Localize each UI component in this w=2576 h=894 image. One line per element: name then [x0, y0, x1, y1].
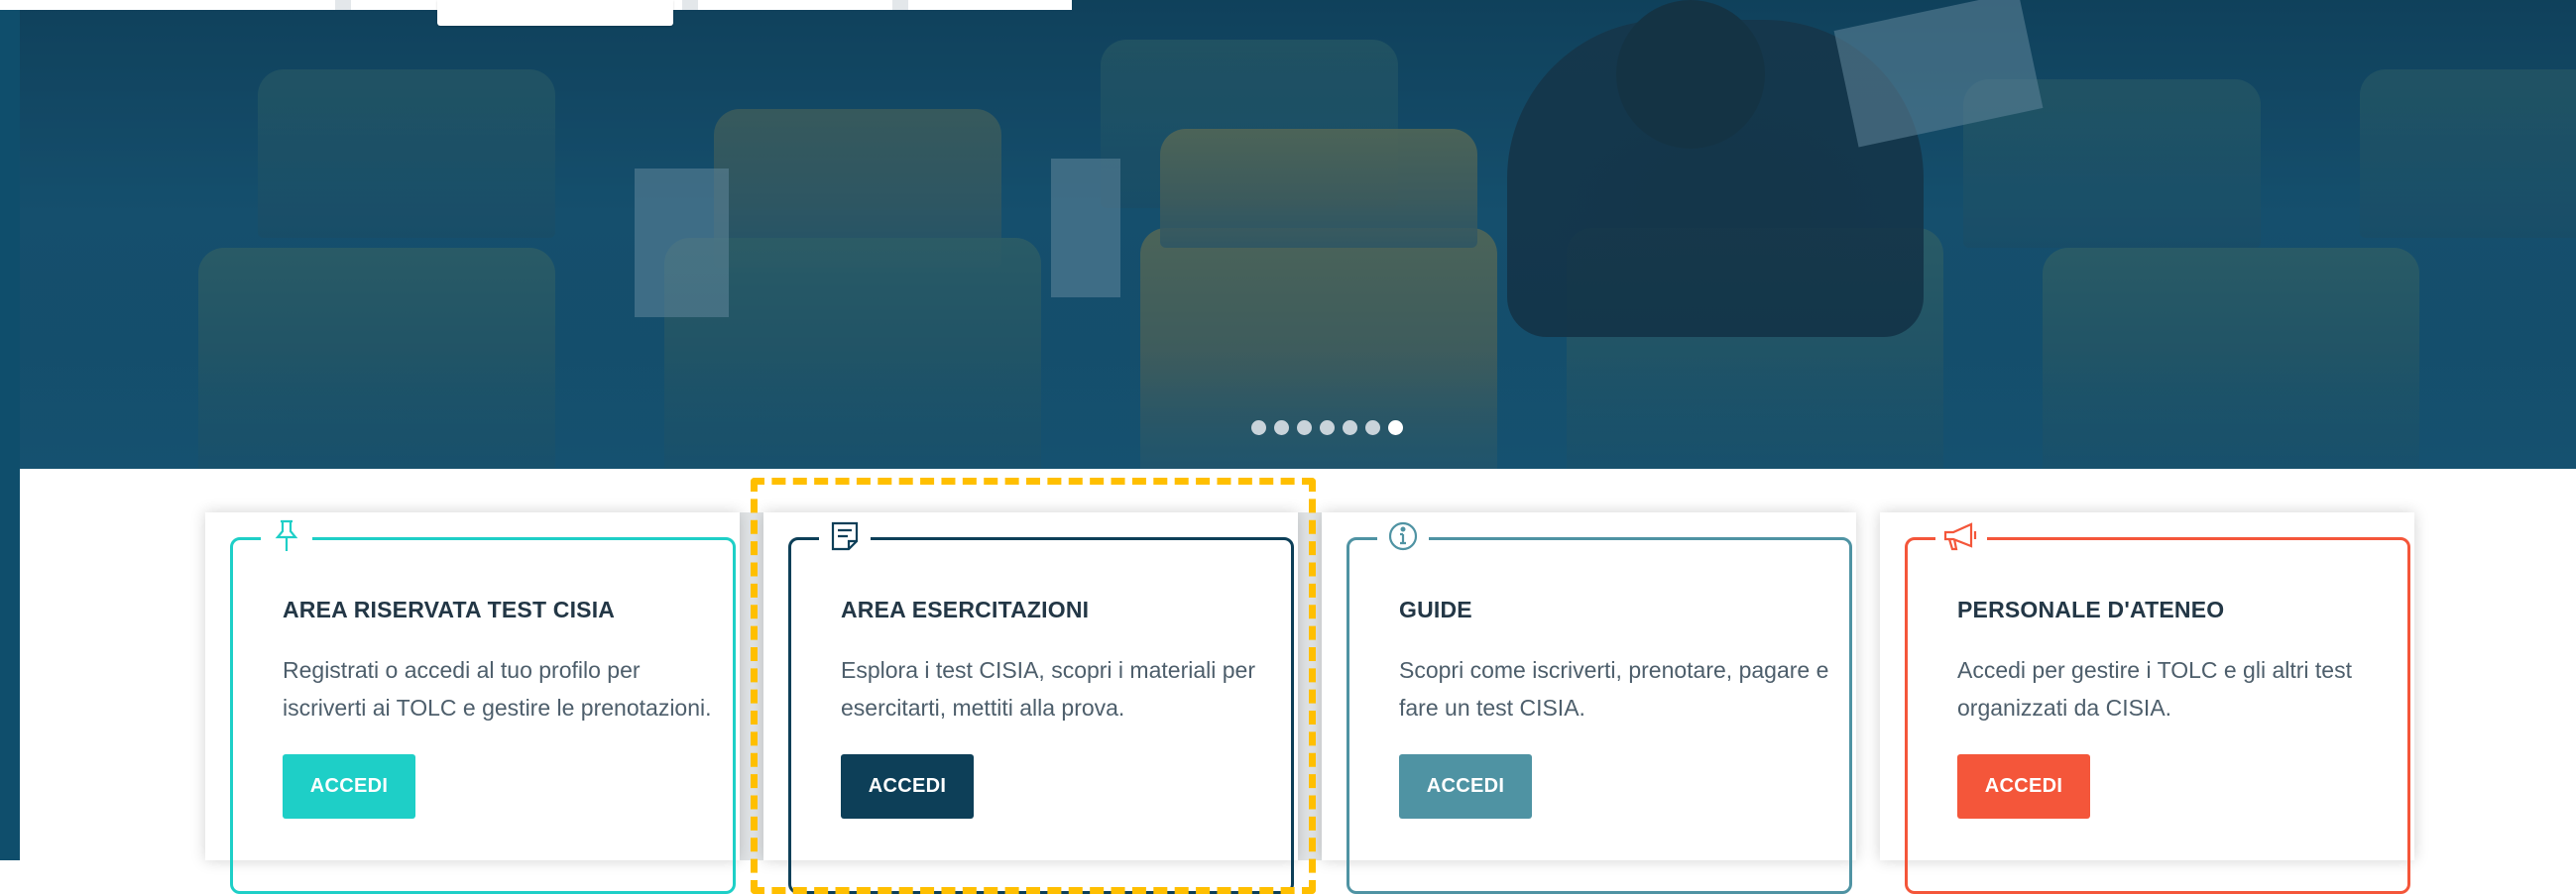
nav-active-tab[interactable]	[437, 0, 673, 26]
card-frame: GUIDE Scopri come iscriverti, prenotare,…	[1347, 518, 1852, 894]
carousel-dot[interactable]	[1343, 420, 1357, 435]
accedi-button[interactable]: ACCEDI	[1399, 754, 1532, 819]
card-description: Accedi per gestire i TOLC e gli altri te…	[1957, 657, 2352, 721]
card-area-esercitazioni: AREA ESERCITAZIONI Esplora i test CISIA,…	[763, 512, 1298, 894]
accedi-button[interactable]: ACCEDI	[283, 754, 415, 819]
megaphone-icon	[1935, 518, 1987, 554]
card-description: Scopri come iscriverti, prenotare, pagar…	[1399, 657, 1829, 721]
card-frame: AREA ESERCITAZIONI Esplora i test CISIA,…	[788, 518, 1294, 894]
carousel-dot-active[interactable]	[1388, 420, 1403, 435]
carousel-dot[interactable]	[1251, 420, 1266, 435]
card-personale-ateneo: PERSONALE D'ATENEO Accedi per gestire i …	[1880, 512, 2414, 894]
card-gap	[1298, 512, 1322, 860]
card-description: Esplora i test CISIA, scopri i materiali…	[841, 657, 1255, 721]
info-icon	[1377, 518, 1429, 554]
hero-fade	[20, 350, 2576, 469]
card-area-riservata: AREA RISERVATA TEST CISIA Registrati o a…	[205, 512, 740, 894]
carousel-dot[interactable]	[1365, 420, 1380, 435]
card-title: GUIDE	[1399, 597, 1472, 622]
nav-separator	[892, 0, 908, 10]
carousel-dot[interactable]	[1274, 420, 1289, 435]
card-frame: PERSONALE D'ATENEO Accedi per gestire i …	[1905, 518, 2410, 894]
card-description: Registrati o accedi al tuo profilo per i…	[283, 657, 712, 721]
accedi-button[interactable]: ACCEDI	[1957, 754, 2090, 819]
carousel-dot[interactable]	[1297, 420, 1312, 435]
card-title: AREA ESERCITAZIONI	[841, 597, 1090, 622]
carousel-dot[interactable]	[1320, 420, 1335, 435]
card-guide: GUIDE Scopri come iscriverti, prenotare,…	[1322, 512, 1856, 894]
nav-separator	[335, 0, 351, 10]
note-icon	[819, 518, 871, 554]
card-gap	[740, 512, 763, 860]
card-title: PERSONALE D'ATENEO	[1957, 597, 2225, 622]
left-edge-strip	[0, 0, 20, 860]
hero-banner	[20, 0, 2576, 469]
nav-separator	[682, 0, 698, 10]
pushpin-icon	[261, 518, 312, 554]
card-frame: AREA RISERVATA TEST CISIA Registrati o a…	[230, 518, 736, 894]
card-title: AREA RISERVATA TEST CISIA	[283, 597, 616, 622]
carousel-dots	[1251, 420, 1403, 435]
accedi-button[interactable]: ACCEDI	[841, 754, 974, 819]
